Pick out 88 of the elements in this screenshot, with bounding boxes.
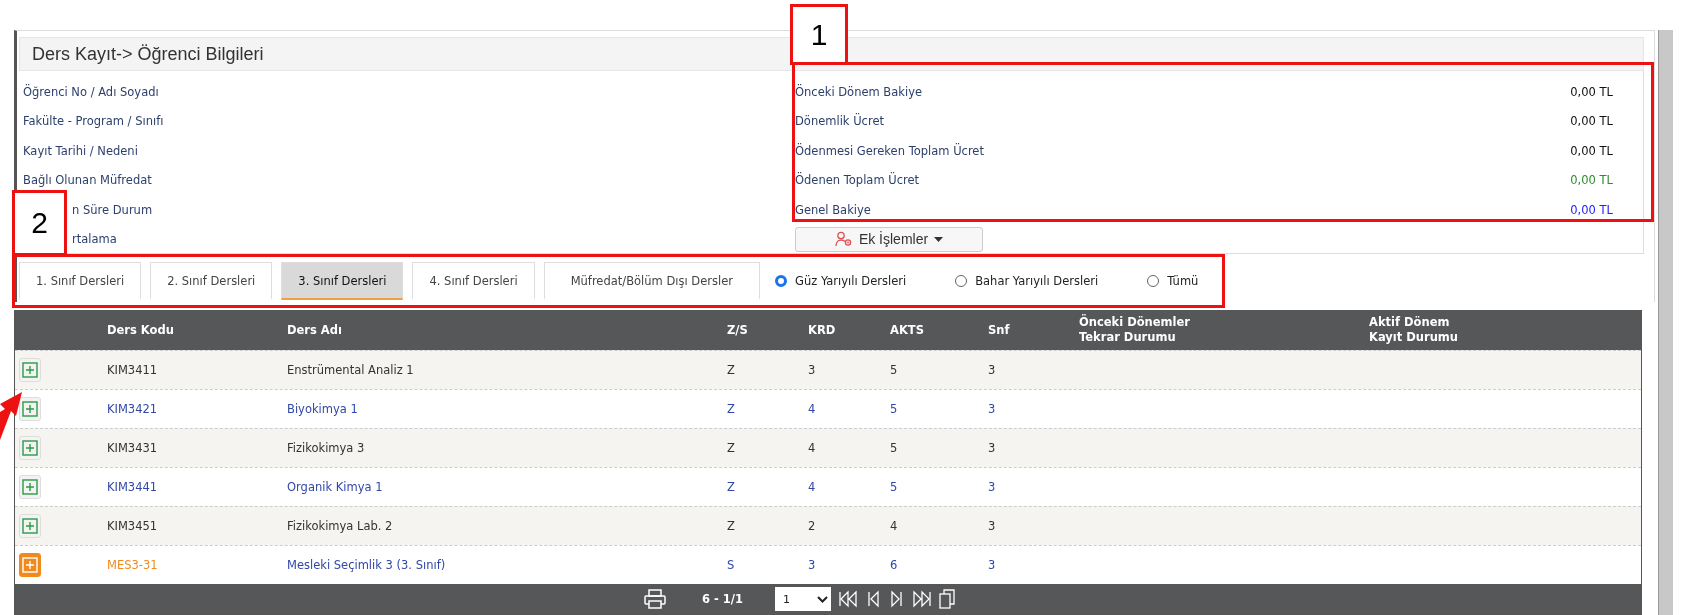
table-cell-text: 3 (988, 519, 997, 533)
radio-option[interactable]: Güz Yarıyılı Dersleri (775, 274, 907, 288)
table-cell-text: 3 (988, 558, 997, 572)
radio-icon[interactable] (775, 275, 787, 287)
table-cell-text: KIM3441 (107, 480, 159, 494)
field-label: Öğrenci No / Adı Soyadı (23, 84, 159, 99)
table-cell-text: 3 (988, 441, 997, 455)
radio-icon[interactable] (955, 275, 968, 287)
balance-label: Ödenen Toplam Ücret (795, 173, 920, 188)
table-cell-text: 4 (890, 519, 899, 533)
balance-value: 0,00 TL (1570, 84, 1613, 99)
caret-icon (934, 236, 944, 242)
table-cell-text: 5 (890, 402, 899, 416)
scrollbar[interactable] (1658, 30, 1673, 615)
callout-number: 1 (790, 4, 848, 65)
tab[interactable]: 4. Sınıf Dersleri (412, 262, 535, 300)
next-page-icon[interactable] (889, 590, 903, 608)
table-cell-text: Z (727, 480, 736, 494)
table-cell-text: 5 (890, 363, 899, 377)
balance-label: Ödenmesi Gereken Toplam Ücret (795, 143, 984, 158)
table-cell-text: 3 (988, 402, 997, 416)
pager-summary: 6 - 1/1 (702, 592, 743, 606)
field-label: Bağlı Olunan Müfredat (23, 173, 152, 188)
last-page-icon[interactable] (911, 590, 931, 608)
page-title: Ders Kayıt-> Öğrenci Bilgileri (32, 43, 264, 65)
table-cell-text: Z (727, 402, 736, 416)
column-header: Ders Kodu (107, 322, 175, 338)
table-cell-text: 4 (808, 480, 817, 494)
field-label: rtalama (72, 232, 117, 247)
table-cell-text: 3 (988, 480, 997, 494)
table-cell-text: 4 (808, 402, 817, 416)
column-header: Ders Adı (287, 322, 343, 338)
balance-label: Genel Bakiye (795, 202, 871, 217)
user-gear-icon (834, 231, 853, 247)
column-header: KRD (808, 322, 837, 338)
table-cell-text: Biyokimya 1 (287, 402, 359, 416)
table-cell-text: KIM3411 (107, 363, 159, 377)
table-cell-text: Fizikokimya 3 (287, 441, 366, 455)
chevron-icon (817, 595, 828, 603)
tab[interactable]: 2. Sınıf Dersleri (150, 262, 273, 300)
table-cell-text: Z (727, 519, 736, 533)
table-cell-text: Mesleki Seçimlik 3 (3. Sınıf) (287, 558, 447, 572)
callout-arrow (0, 392, 24, 442)
radio-option[interactable]: Bahar Yarıyılı Dersleri (955, 274, 1099, 288)
previous-page-icon[interactable] (867, 590, 881, 608)
radio-icon[interactable] (1147, 275, 1160, 287)
table-cell-text: 3 (808, 363, 817, 377)
balance-value: 0,00 TL (1570, 202, 1613, 217)
table-cell-text: 2 (808, 519, 817, 533)
column-header: Z/S (727, 322, 749, 338)
tab[interactable]: 3. Sınıf Dersleri (281, 262, 404, 300)
table-cell-text: 4 (808, 441, 817, 455)
callout-number: 2 (12, 190, 67, 256)
table-cell-text: 5 (890, 480, 899, 494)
table-cell-text: Z (727, 441, 736, 455)
copy-icon[interactable] (939, 589, 955, 609)
page-select[interactable]: 1 (775, 587, 831, 611)
balance-value: 0,00 TL (1570, 143, 1613, 158)
column-header: Snf (988, 322, 1011, 338)
table-cell-text: KIM3431 (107, 441, 159, 455)
column-header: Aktif Dönem Kayıt Durumu (1369, 315, 1460, 345)
first-page-icon[interactable] (839, 590, 859, 608)
table-cell-text: Fizikokimya Lab. 2 (287, 519, 394, 533)
print-icon[interactable] (644, 589, 666, 609)
table-cell-text: Enstrümental Analiz 1 (287, 363, 415, 377)
balance-label: Önceki Dönem Bakiye (795, 84, 923, 99)
actions-dropdown-button[interactable]: Ek İşlemler (795, 226, 983, 252)
table-cell-text: 6 (890, 558, 899, 572)
table-cell-text: KIM3421 (107, 402, 159, 416)
table-cell-text: 3 (988, 363, 997, 377)
field-label: n Süre Durum (72, 202, 153, 217)
column-header: Önceki Dönemler Tekrar Durumu (1079, 315, 1191, 345)
balance-label: Dönemlik Ücret (795, 114, 884, 129)
table-cell-text: 3 (808, 558, 817, 572)
balance-value: 0,00 TL (1570, 114, 1613, 129)
column-header: AKTS (890, 322, 925, 338)
table-cell-text: KIM3451 (107, 519, 159, 533)
radio-option[interactable]: Tümü (1147, 274, 1199, 288)
table-cell-text: Organik Kimya 1 (287, 480, 384, 494)
tab[interactable]: Müfredat/Bölüm Dışı Dersler (543, 262, 760, 300)
field-label: Fakülte - Program / Sınıfı (23, 114, 164, 129)
table-cell-text: S (727, 558, 736, 572)
balance-value: 0,00 TL (1570, 173, 1613, 188)
table-cell-text: Z (727, 363, 736, 377)
table-cell-text: MES3-31 (107, 558, 159, 572)
table-cell-text: 5 (890, 441, 899, 455)
field-label: Kayıt Tarihi / Nedeni (23, 143, 138, 158)
tab[interactable]: 1. Sınıf Dersleri (19, 262, 142, 300)
